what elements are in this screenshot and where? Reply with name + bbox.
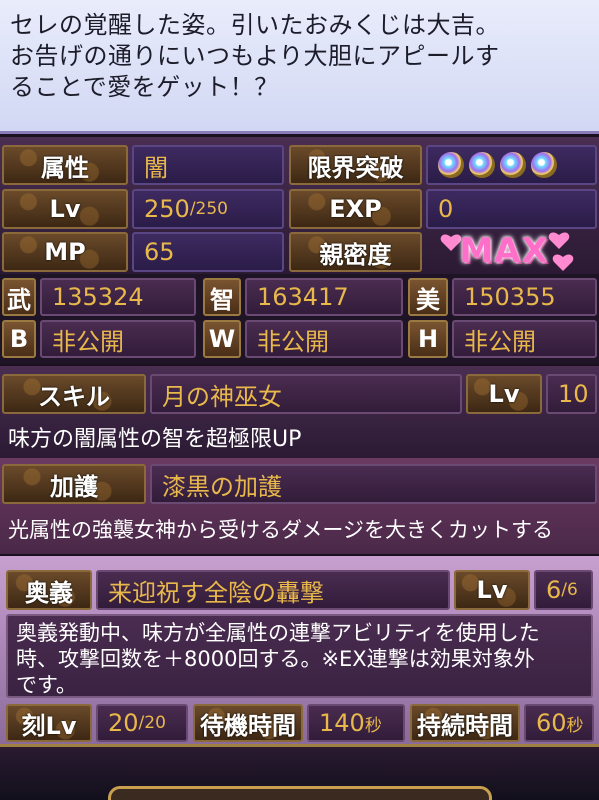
limit-break-gem-icon: [469, 152, 495, 178]
description-line-1: セレの覚醒した姿。引いたおみくじは大吉。: [10, 11, 500, 39]
duration-value: 60 秒: [524, 704, 594, 742]
ougi-label: 奥義: [6, 570, 92, 610]
koku-lv-value: 20/20: [96, 704, 188, 742]
h-label: H: [408, 320, 448, 358]
wait-time-value: 140 秒: [307, 704, 405, 742]
mp-label: MP: [2, 232, 128, 272]
skill-description: 味方の闇属性の智を超極限UP: [8, 427, 302, 452]
affection-label: 親密度: [289, 232, 422, 272]
description-line-2: お告げの通りにいつもより大胆にアピールす: [10, 42, 500, 70]
wait-time-unit: 秒: [364, 715, 382, 736]
exp-label: EXP: [289, 189, 422, 229]
duration-unit: 秒: [566, 715, 584, 736]
duration-label: 持続時間: [410, 704, 520, 742]
skill-lv-label: Lv: [466, 374, 542, 414]
ougi-description-line-1: 奥義発動中、味方が全属性の連撃アビリティを使用した: [16, 621, 540, 645]
ougi-description-line-3: です。: [16, 673, 77, 697]
chi-label: 智: [203, 278, 241, 316]
limit-break-gems: [426, 145, 597, 185]
ougi-lv-max: /6: [561, 580, 578, 600]
limit-break-label: 限界突破: [289, 145, 422, 185]
ougi-lv-current: 6: [546, 576, 562, 604]
skill-lv-value: 10: [546, 374, 597, 414]
b-label: B: [2, 320, 36, 358]
bu-label: 武: [2, 278, 36, 316]
mp-value: 65: [132, 232, 284, 272]
exp-value: 0: [426, 189, 597, 229]
h-value: 非公開: [452, 320, 597, 358]
attribute-value: 闇: [132, 145, 284, 185]
bu-value: 135324: [40, 278, 196, 316]
skill-label: スキル: [2, 374, 146, 414]
lv-value: 250/250: [132, 189, 284, 229]
ougi-lv-label: Lv: [454, 570, 530, 610]
ougi-lv-value: 6/6: [534, 570, 593, 610]
koku-lv-max: /20: [138, 713, 166, 733]
character-description: セレの覚醒した姿。引いたおみくじは大吉。 お告げの通りにいつもより大胆にアピール…: [0, 0, 599, 134]
lv-max: /250: [189, 199, 228, 219]
ougi-description: 奥義発動中、味方が全属性の連撃アビリティを使用した 時、攻撃回数を＋8000回す…: [6, 614, 593, 698]
attribute-label: 属性: [2, 145, 128, 185]
w-label: W: [203, 320, 241, 358]
protection-description: 光属性の強襲女神から受けるダメージを大きくカットする: [8, 518, 553, 542]
limit-break-gem-icon: [531, 152, 557, 178]
bottom-button[interactable]: [108, 786, 492, 800]
koku-lv-label: 刻Lv: [6, 704, 92, 742]
limit-break-gem-icon: [500, 152, 526, 178]
lv-current: 250: [144, 195, 190, 223]
b-value: 非公開: [40, 320, 196, 358]
ougi-description-line-2: 時、攻撃回数を＋8000回する。※EX連撃は効果対象外: [16, 647, 535, 671]
bi-label: 美: [408, 278, 448, 316]
description-line-3: ることで愛をゲット！？: [10, 73, 279, 101]
w-value: 非公開: [245, 320, 403, 358]
skill-name: 月の神巫女: [150, 374, 462, 414]
bi-value: 150355: [452, 278, 597, 316]
limit-break-gem-icon: [438, 152, 464, 178]
lv-label: Lv: [2, 189, 128, 229]
koku-lv-current: 20: [108, 709, 139, 737]
wait-time-label: 待機時間: [193, 704, 303, 742]
affection-max-badge: MAX: [459, 231, 549, 271]
chi-value: 163417: [245, 278, 403, 316]
wait-time-number: 140: [319, 709, 365, 737]
ougi-name: 来迎祝す全陰の轟撃: [96, 570, 450, 610]
duration-number: 60: [536, 709, 567, 737]
protection-label: 加護: [2, 464, 146, 504]
protection-name: 漆黒の加護: [150, 464, 597, 504]
